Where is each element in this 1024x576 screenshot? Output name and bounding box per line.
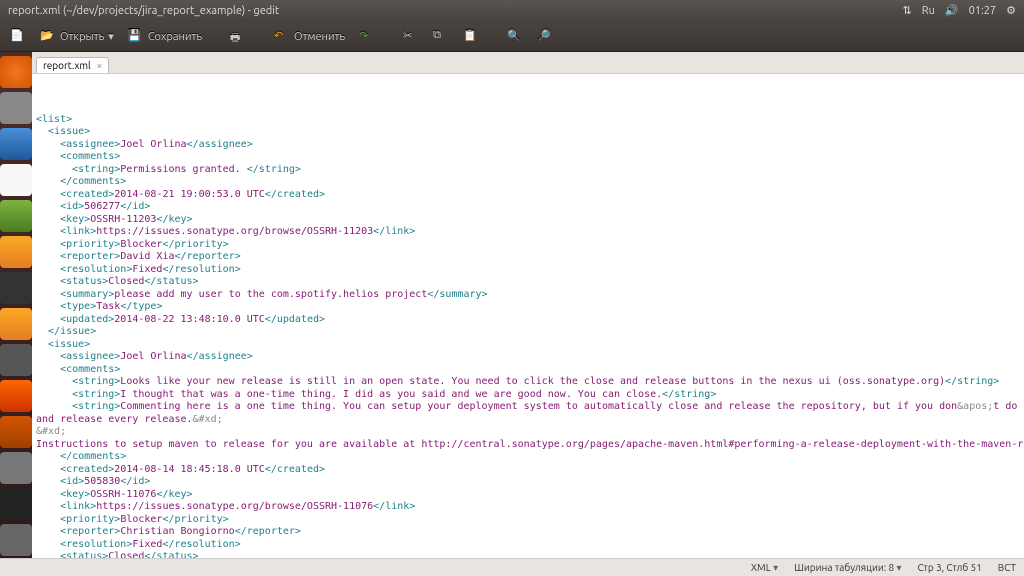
code-line: <type>Task</type>: [36, 301, 1024, 314]
dash-icon[interactable]: [0, 56, 32, 88]
tabwidth-selector[interactable]: Ширина табуляции: 8: [794, 562, 901, 574]
sound-icon[interactable]: 🔊: [945, 0, 959, 22]
software-icon[interactable]: [0, 272, 32, 304]
lang-selector[interactable]: XML: [751, 562, 778, 574]
code-line: </comments>: [36, 176, 1024, 189]
cut-button[interactable]: ✂: [399, 27, 423, 47]
gear-icon[interactable]: ⚙: [1006, 0, 1016, 22]
code-line: <string>I thought that was a one-time th…: [36, 389, 1024, 402]
ubuntu-one-icon[interactable]: [0, 416, 32, 448]
print-icon: 🖶: [230, 29, 246, 45]
unity-launcher: [0, 52, 32, 558]
keyboard-indicator[interactable]: Ru: [922, 0, 935, 22]
tab-bar: report.xml ×: [32, 52, 1024, 74]
code-line: <resolution>Fixed</resolution>: [36, 539, 1024, 552]
code-line: <reporter>Christian Bongiorno</reporter>: [36, 526, 1024, 539]
code-line: <created>2014-08-14 18:45:18.0 UTC</crea…: [36, 464, 1024, 477]
replace-icon: 🔎: [537, 29, 553, 45]
editor-area[interactable]: <list> <issue> <assignee>Joel Orlina</as…: [32, 74, 1024, 558]
amazon-icon[interactable]: [0, 308, 32, 340]
code-line: <string>Commenting here is a one time th…: [36, 401, 1024, 414]
code-line: <summary>please add my user to the com.s…: [36, 289, 1024, 302]
cursor-position: Стр 3, Стлб 51: [917, 562, 981, 573]
code-line: <assignee>Joel Orlina</assignee>: [36, 351, 1024, 364]
code-line: <id>506277</id>: [36, 201, 1024, 214]
code-line: <string>Permissions granted. </string>: [36, 164, 1024, 177]
code-line: <link>https://issues.sonatype.org/browse…: [36, 226, 1024, 239]
system-tray: ⇅ Ru 🔊 01:27 ⚙: [903, 0, 1016, 22]
code-line: <comments>: [36, 151, 1024, 164]
code-line: <key>OSSRH-11076</key>: [36, 489, 1024, 502]
calc-icon[interactable]: [0, 200, 32, 232]
code-line: <priority>Blocker</priority>: [36, 514, 1024, 527]
code-line: <key>OSSRH-11203</key>: [36, 214, 1024, 227]
toolbar: 📄 📂Открыть ▾ 💾Сохранить 🖶 ↶Отменить ↷ ✂ …: [0, 22, 1024, 52]
code-line: </issue>: [36, 326, 1024, 339]
writer-icon[interactable]: [0, 164, 32, 196]
code-line: Instructions to setup maven to release f…: [36, 439, 1024, 452]
devices-icon[interactable]: [0, 452, 32, 484]
firefox-icon[interactable]: [0, 128, 32, 160]
network-icon[interactable]: ⇅: [903, 0, 912, 22]
find-button[interactable]: 🔍: [503, 27, 527, 47]
code-line: <list>: [36, 114, 1024, 127]
code-line: <status>Closed</status>: [36, 551, 1024, 558]
code-line: <link>https://issues.sonatype.org/browse…: [36, 501, 1024, 514]
code-line: <string>Looks like your new release is s…: [36, 376, 1024, 389]
open-button[interactable]: 📂Открыть ▾: [36, 27, 118, 47]
terminal-icon[interactable]: [0, 488, 32, 520]
impress-icon[interactable]: [0, 236, 32, 268]
code-line: <resolution>Fixed</resolution>: [36, 264, 1024, 277]
tab-report[interactable]: report.xml ×: [36, 57, 109, 73]
code-line: <created>2014-08-21 19:00:53.0 UTC</crea…: [36, 189, 1024, 202]
print-button[interactable]: 🖶: [226, 27, 250, 47]
replace-button[interactable]: 🔎: [533, 27, 557, 47]
code-line: <assignee>Joel Orlina</assignee>: [36, 139, 1024, 152]
paste-button[interactable]: 📋: [459, 27, 483, 47]
folder-icon: 📂: [40, 29, 56, 45]
insert-mode[interactable]: ВСТ: [998, 562, 1016, 573]
gedit-icon[interactable]: [0, 524, 32, 556]
paste-icon: 📋: [463, 29, 479, 45]
undo-icon: ↶: [274, 29, 290, 45]
save-icon: 💾: [128, 29, 144, 45]
vlc-icon[interactable]: [0, 380, 32, 412]
window-title: report.xml (~/dev/projects/jira_report_e…: [8, 0, 279, 22]
code-line: <updated>2014-08-22 13:48:10.0 UTC</upda…: [36, 314, 1024, 327]
code-line: <comments>: [36, 364, 1024, 377]
code-line: <reporter>David Xia</reporter>: [36, 251, 1024, 264]
close-icon[interactable]: ×: [97, 60, 103, 71]
files-icon[interactable]: [0, 92, 32, 124]
code-line: &#xd;: [36, 426, 1024, 439]
code-line: and release every release.&#xd;: [36, 414, 1024, 427]
code-line: </comments>: [36, 451, 1024, 464]
code-line: <issue>: [36, 126, 1024, 139]
status-bar: XML Ширина табуляции: 8 Стр 3, Стлб 51 В…: [0, 558, 1024, 576]
search-icon: 🔍: [507, 29, 523, 45]
code-line: <issue>: [36, 339, 1024, 352]
settings-icon[interactable]: [0, 344, 32, 376]
tab-label: report.xml: [43, 60, 91, 71]
undo-button[interactable]: ↶Отменить: [270, 27, 349, 47]
copy-button[interactable]: ⧉: [429, 27, 453, 47]
redo-icon: ↷: [359, 29, 375, 45]
redo-button[interactable]: ↷: [355, 27, 379, 47]
code-line: <priority>Blocker</priority>: [36, 239, 1024, 252]
file-icon: 📄: [10, 29, 26, 45]
clock[interactable]: 01:27: [969, 0, 997, 22]
window-titlebar: report.xml (~/dev/projects/jira_report_e…: [0, 0, 1024, 22]
save-button[interactable]: 💾Сохранить: [124, 27, 206, 47]
new-button[interactable]: 📄: [6, 27, 30, 47]
cut-icon: ✂: [403, 29, 419, 45]
copy-icon: ⧉: [433, 29, 449, 45]
code-line: <id>505830</id>: [36, 476, 1024, 489]
code-line: <status>Closed</status>: [36, 276, 1024, 289]
